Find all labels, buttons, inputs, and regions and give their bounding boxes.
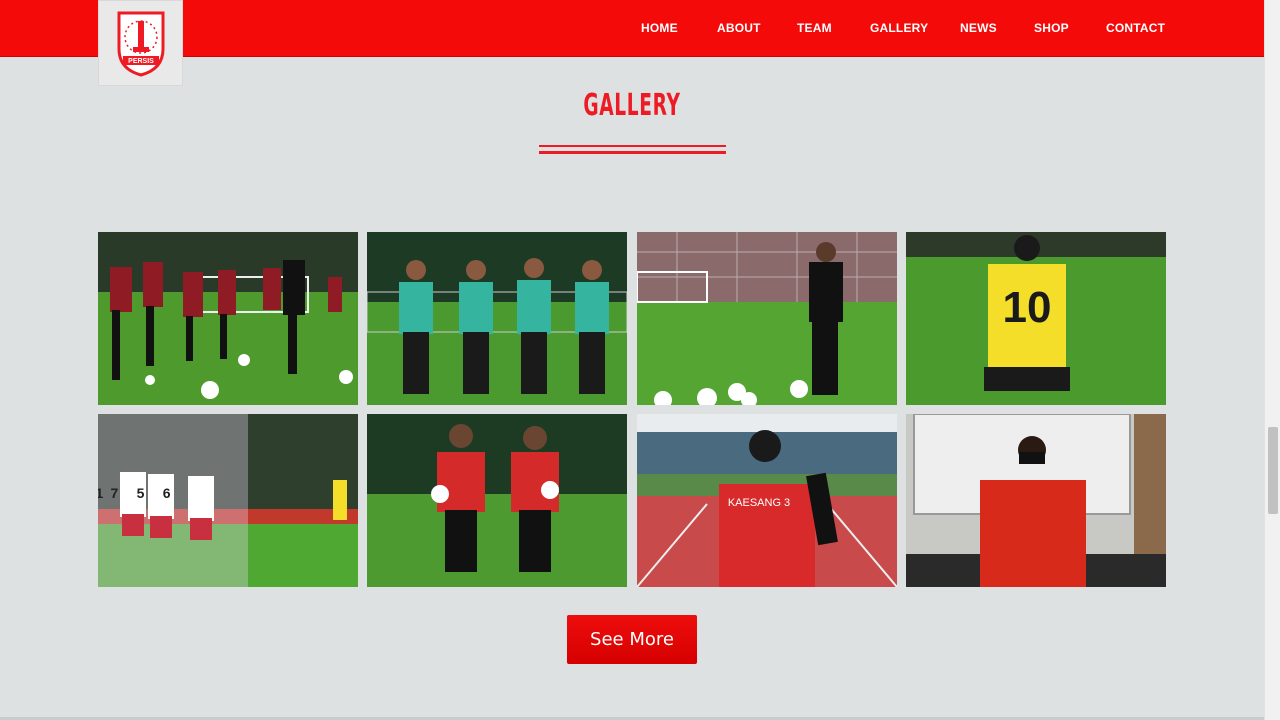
logo-text: PERSIS (128, 58, 154, 65)
jersey-number: 10 (1003, 283, 1052, 332)
nav-gallery[interactable]: GALLERY (870, 21, 928, 35)
see-more-button[interactable]: See More (567, 615, 697, 664)
gallery-photo-5[interactable]: 17 5 6 (98, 414, 358, 587)
nav-shop[interactable]: SHOP (1034, 21, 1069, 35)
top-navbar: HOME ABOUT TEAM GALLERY NEWS SHOP CONTAC… (0, 0, 1264, 57)
gallery-photo-7[interactable]: KAESANG 3 (637, 414, 897, 587)
gallery-photo-3[interactable] (637, 232, 897, 405)
nav-team[interactable]: TEAM (797, 21, 832, 35)
club-logo[interactable]: PERSIS (98, 0, 183, 86)
jersey-name: KAESANG 3 (728, 497, 790, 509)
persis-crest-icon: PERSIS (117, 11, 164, 77)
gallery-photo-4[interactable]: 10 (906, 232, 1166, 405)
gallery-title: GALLERY (583, 88, 681, 123)
gallery-photo-2[interactable] (367, 232, 627, 405)
nav-contact[interactable]: CONTACT (1106, 21, 1165, 35)
nav-news[interactable]: NEWS (960, 21, 997, 35)
gallery-photo-6[interactable] (367, 414, 627, 587)
gallery-photo-1[interactable] (98, 232, 358, 405)
title-underline (539, 145, 726, 147)
vertical-scrollbar[interactable] (1264, 0, 1280, 720)
nav-home[interactable]: HOME (641, 21, 678, 35)
title-underline-thick (539, 151, 726, 154)
nav-about[interactable]: ABOUT (717, 21, 761, 35)
scrollbar-thumb[interactable] (1268, 427, 1278, 514)
gallery-photo-8[interactable] (906, 414, 1166, 587)
